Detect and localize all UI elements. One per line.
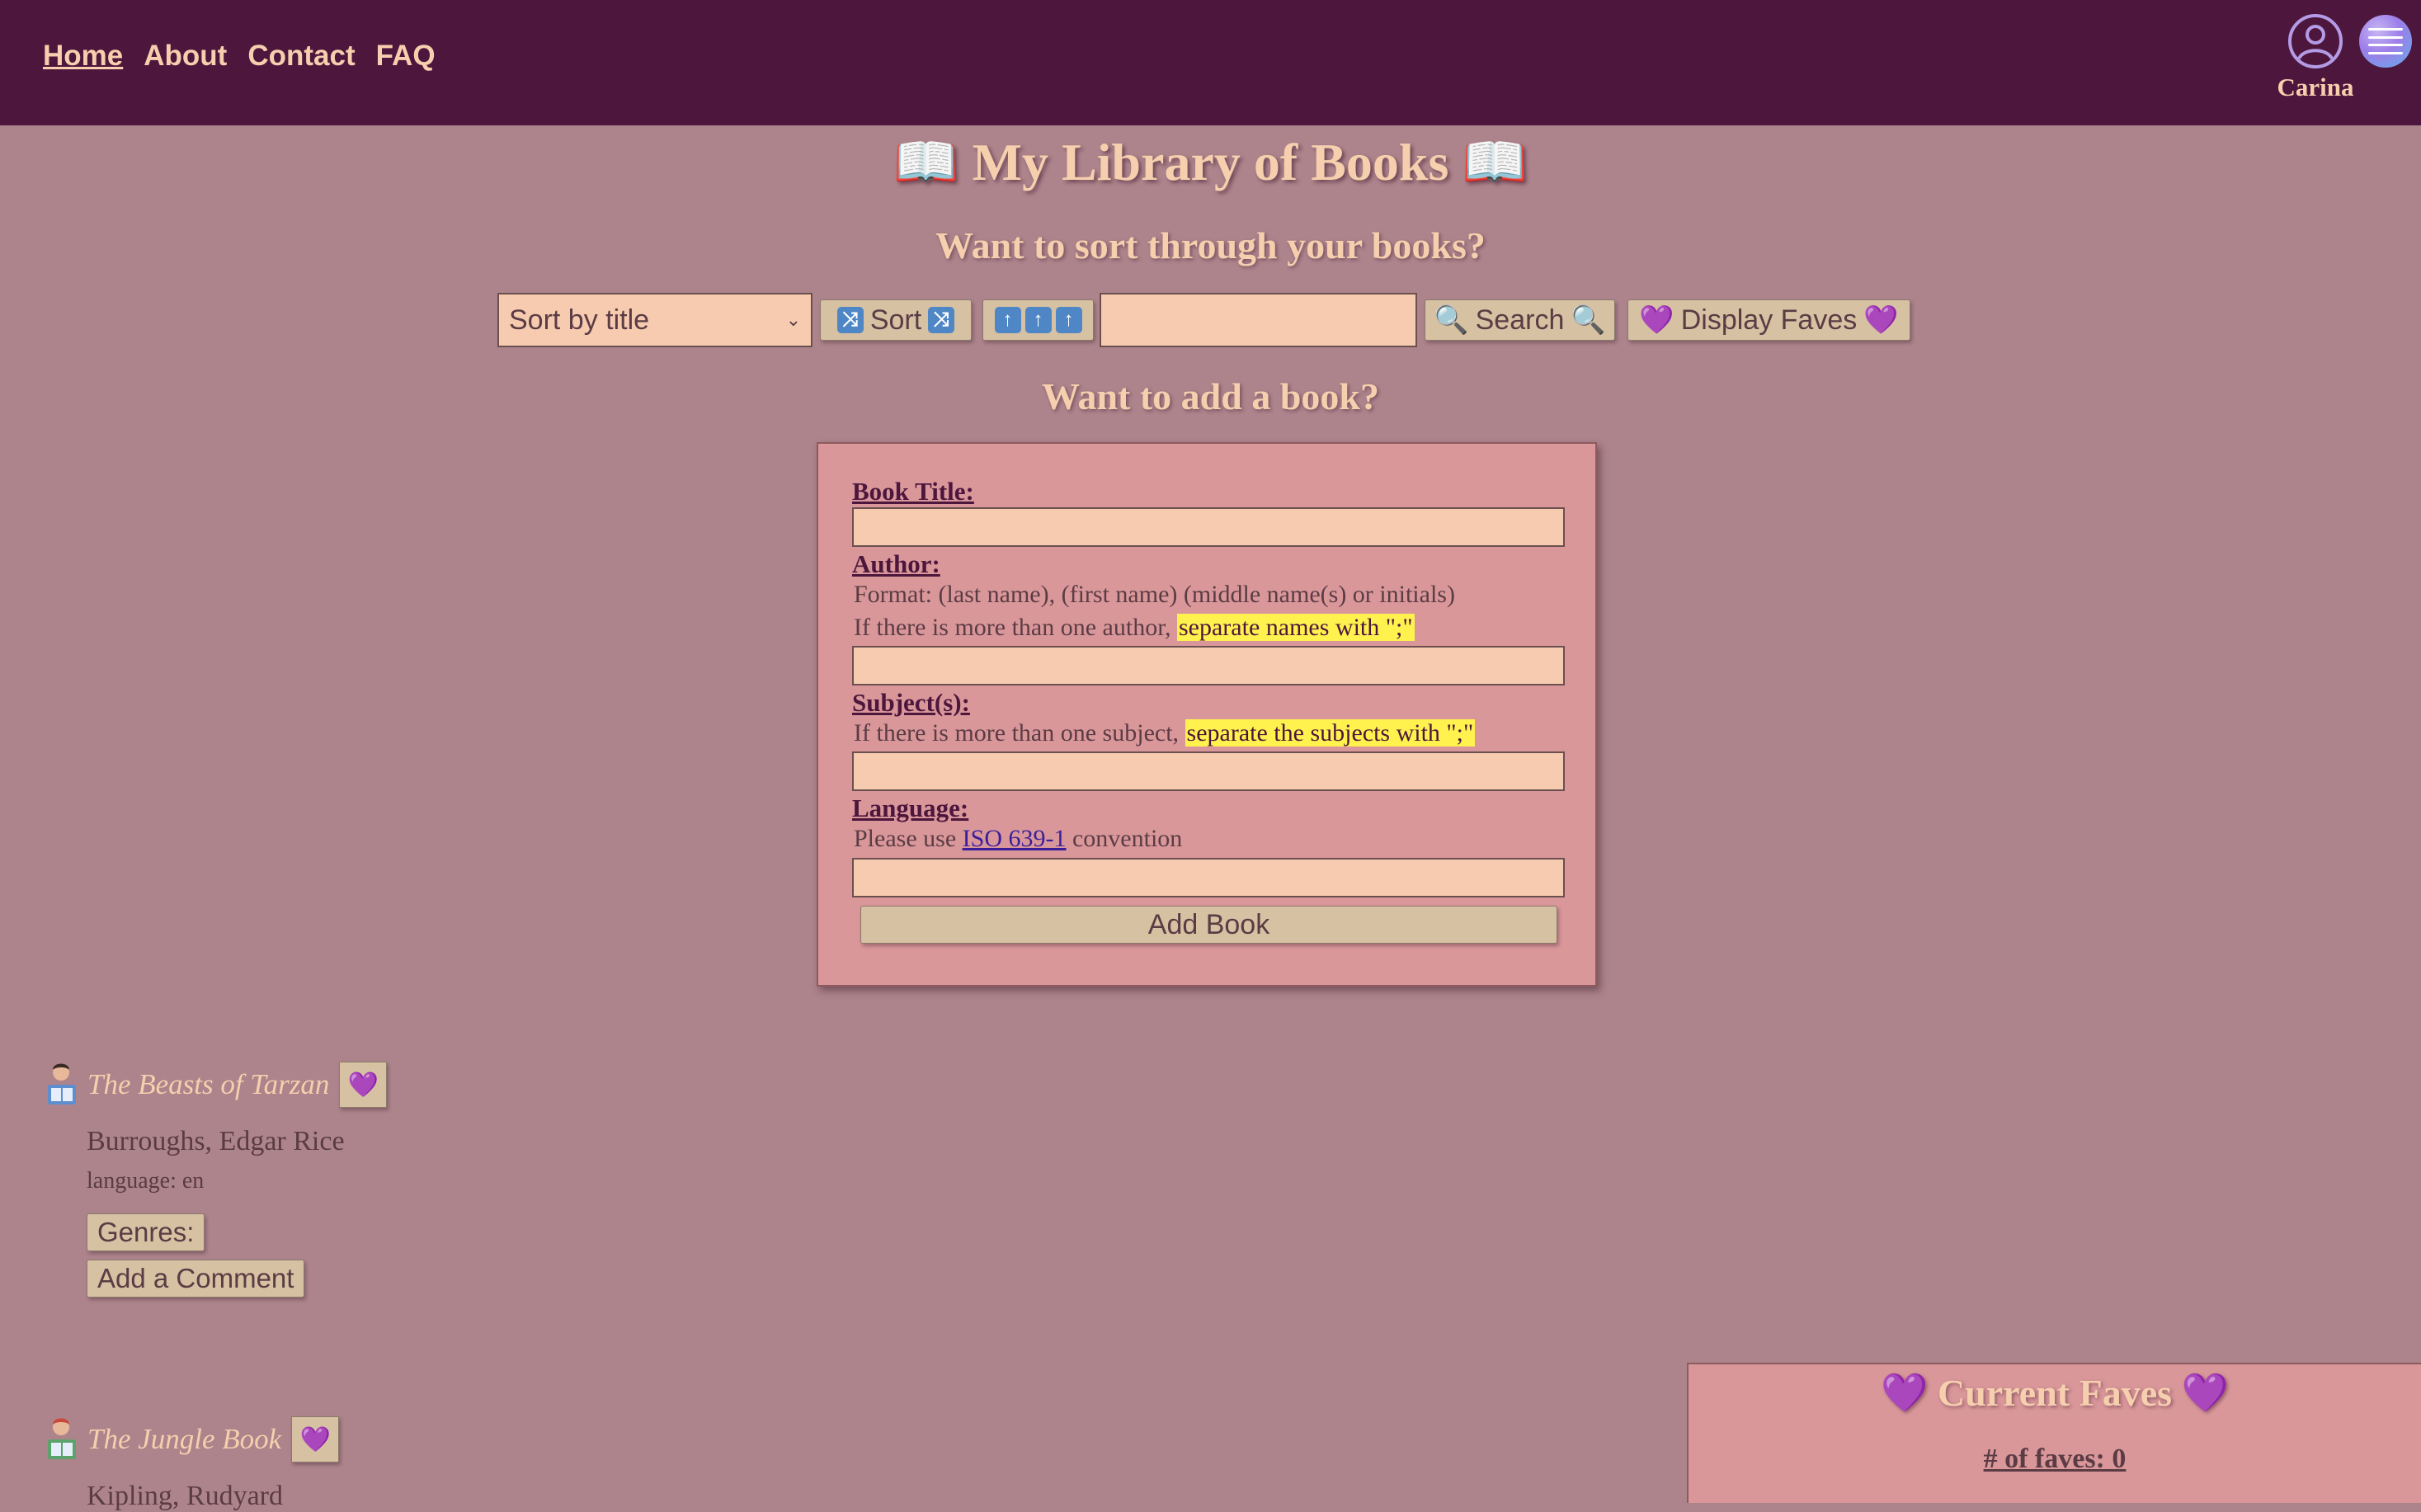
fave-toggle-button[interactable]: 💜 [339,1062,388,1108]
nav-link-home[interactable]: Home [43,40,123,73]
sort-direction-button[interactable]: ↑ ↑ ↑ [982,299,1094,341]
sort-select[interactable]: Sort by title ⌄ [497,293,812,347]
magnifier-icon: 🔍 [1571,304,1606,336]
current-faves-title: 💜 Current Faves 💜 [1881,1372,2229,1414]
person-reading-icon [48,1418,76,1459]
subject-multi-note: If there is more than one subject, separ… [854,719,1476,747]
purple-heart-icon: 💜 [1863,304,1899,336]
person-reading-icon [48,1063,76,1105]
language-input[interactable] [852,858,1565,897]
search-input[interactable] [1100,293,1417,347]
sort-button[interactable]: ⤨ Sort ⤨ [820,299,972,341]
user-profile[interactable]: Carina [2273,13,2358,102]
purple-heart-icon: 💜 [347,1071,379,1099]
author-format-note: Format: (last name), (first name) (middl… [854,581,1455,608]
arrow-up-icon: ↑ [1024,307,1052,333]
subjects-label: Subject(s): [852,688,970,717]
genres-button[interactable]: Genres: [87,1213,205,1251]
language-note: Please use ISO 639-1 convention [854,825,1182,853]
nav-link-faq[interactable]: FAQ [376,40,436,73]
language-note-suffix: convention [1066,825,1183,852]
book-title-input[interactable] [852,507,1565,547]
hamburger-menu-button[interactable] [2359,15,2412,68]
faves-count: # of faves: 0 [1983,1444,2127,1474]
arrow-up-icon: ↑ [994,307,1021,333]
add-book-button[interactable]: Add Book [860,906,1557,944]
arrow-up-icon: ↑ [1055,307,1082,333]
purple-heart-icon: 💜 [1639,304,1674,336]
display-faves-button[interactable]: 💜 Display Faves 💜 [1627,299,1910,341]
add-book-heading: Want to add a book? [1041,375,1379,417]
user-circle-icon[interactable] [2287,13,2343,69]
magnifier-icon: 🔍 [1434,304,1469,336]
author-label: Author: [852,549,940,578]
book-author: Kipling, Rudyard [87,1481,283,1511]
book-language: language: en [87,1168,205,1194]
search-button[interactable]: 🔍 Search 🔍 [1425,299,1615,341]
book-title[interactable]: The Beasts of Tarzan [87,1068,329,1101]
author-multi-note: If there is more than one author, separa… [854,614,1415,642]
book-author: Burroughs, Edgar Rice [87,1126,345,1156]
main-nav: Home About Contact FAQ [43,40,436,73]
shuffle-icon: ⤨ [836,307,864,333]
fave-toggle-button[interactable]: 💜 [291,1416,340,1463]
book-header: The Jungle Book 💜 [43,1415,340,1464]
search-button-label: Search [1475,304,1565,336]
author-multi-note-text: If there is more than one author, [854,614,1177,641]
sort-search-toolbar: Sort by title ⌄ ⤨ Sort ⤨ ↑ ↑ ↑ 🔍 Search … [0,293,2421,347]
add-book-form: Book Title: Author: Format: (last name),… [817,442,1597,987]
purple-heart-icon: 💜 [299,1425,331,1453]
current-faves-panel: 💜 Current Faves 💜 # of faves: 0 [1687,1363,2421,1503]
nav-link-about[interactable]: About [144,40,227,73]
sort-heading: Want to sort through your books? [935,224,1486,266]
subjects-input[interactable] [852,751,1565,791]
chevron-down-icon: ⌄ [785,309,801,330]
display-faves-label: Display Faves [1680,304,1858,336]
author-input[interactable] [852,646,1565,685]
language-note-prefix: Please use [854,825,963,852]
user-name: Carina [2277,73,2354,101]
shuffle-icon: ⤨ [928,307,955,333]
book-title-label: Book Title: [852,477,974,506]
book-title[interactable]: The Jungle Book [87,1423,281,1456]
top-navigation-bar: Home About Contact FAQ Carina [0,0,2421,125]
subject-separator-highlight: separate the subjects with ";" [1185,719,1476,747]
page-title: 📖 My Library of Books 📖 [893,133,1528,191]
book-header: The Beasts of Tarzan 💜 [43,1060,388,1109]
sort-select-value: Sort by title [509,304,650,336]
iso-639-1-link[interactable]: ISO 639-1 [963,825,1067,852]
nav-link-contact[interactable]: Contact [247,40,355,73]
hamburger-menu-icon [2368,28,2403,54]
sort-button-label: Sort [869,304,922,336]
subject-multi-note-text: If there is more than one subject, [854,719,1185,747]
add-comment-button[interactable]: Add a Comment [87,1260,305,1298]
author-separator-highlight: separate names with ";" [1177,614,1415,641]
language-label: Language: [852,794,969,822]
